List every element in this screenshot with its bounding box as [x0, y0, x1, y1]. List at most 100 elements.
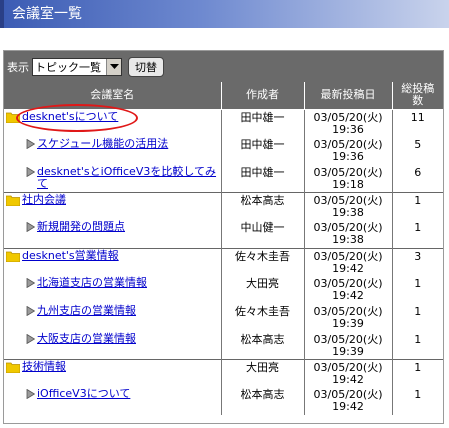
toolbar: 表示 トピック一覧 切替	[4, 51, 443, 82]
folder-icon	[6, 362, 20, 373]
latest-post-cell: 03/05/20(火) 19:42	[303, 359, 392, 387]
room-link[interactable]: 技術情報	[22, 361, 66, 373]
topic-row: 北海道支店の営業情報 大田亮 03/05/20(火) 19:42 1	[4, 275, 443, 304]
topic-row: desknet'sとiOfficeV3を比較してみて 田中雄一 03/05/20(火…	[4, 164, 443, 193]
name-cell: 技術情報	[4, 359, 221, 387]
topic-name-wrap: iOfficeV3について	[6, 388, 219, 400]
triangle-right-icon	[26, 166, 35, 177]
latest-post-cell: 03/05/20(火) 19:18	[303, 164, 392, 193]
room-link[interactable]: 社内会議	[22, 194, 66, 206]
author-cell: 松本高志	[220, 387, 304, 415]
triangle-right-icon	[26, 305, 35, 316]
author-cell: 佐々木圭吾	[220, 247, 304, 276]
display-label: 表示	[7, 60, 29, 74]
topic-link[interactable]: 大阪支店の営業情報	[37, 332, 136, 345]
view-select[interactable]: トピック一覧	[32, 57, 122, 76]
room-link[interactable]: desknet'sについて	[22, 110, 118, 123]
post-count-cell: 1	[391, 275, 443, 304]
post-count-cell: 1	[391, 331, 443, 360]
latest-post-cell: 03/05/20(火) 19:36	[303, 136, 392, 165]
topic-row: iOfficeV3について 松本高志 03/05/20(火) 19:42 1	[4, 387, 443, 415]
latest-post-cell: 03/05/20(火) 19:42	[303, 387, 392, 415]
header-total-posts: 総投稿数	[391, 82, 443, 110]
chevron-down-icon[interactable]	[106, 58, 121, 75]
room-row: 技術情報 大田亮 03/05/20(火) 19:42 1	[4, 359, 443, 387]
post-count-cell: 1	[391, 303, 443, 332]
folder-icon	[6, 251, 20, 262]
meeting-room-table: 会議室名 作成者 最新投稿日 総投稿数 desknet'sについて 田中雄一 03/…	[4, 82, 443, 415]
folder-icon	[6, 195, 20, 206]
topic-link[interactable]: 北海道支店の営業情報	[37, 276, 147, 289]
name-cell: 社内会議	[4, 192, 221, 220]
room-link[interactable]: desknet's営業情報	[22, 249, 119, 262]
topic-name-wrap: 新規開発の問題点	[6, 221, 219, 233]
room-name-wrap: 技術情報	[6, 361, 219, 373]
post-count-cell: 11	[391, 108, 443, 137]
post-count-cell: 1	[391, 359, 443, 387]
topic-name-wrap: 北海道支店の営業情報	[6, 276, 219, 289]
author-cell: 田中雄一	[220, 108, 304, 137]
topic-link[interactable]: desknet'sとiOfficeV3を比較してみて	[37, 165, 219, 190]
room-name-wrap: 社内会議	[6, 194, 219, 206]
triangle-right-icon	[26, 333, 35, 344]
triangle-right-icon	[26, 277, 35, 288]
post-count-cell: 5	[391, 136, 443, 165]
name-cell: 九州支店の営業情報	[4, 304, 221, 332]
topic-link[interactable]: スケジュール機能の活用法	[37, 137, 168, 150]
post-count-cell: 3	[391, 247, 443, 276]
author-cell: 松本高志	[220, 331, 304, 360]
name-cell: iOfficeV3について	[4, 387, 221, 415]
name-cell: 大阪支店の営業情報	[4, 332, 221, 360]
topic-link[interactable]: 九州支店の営業情報	[37, 304, 136, 317]
room-row: 社内会議 松本高志 03/05/20(火) 19:38 1	[4, 192, 443, 220]
topic-link[interactable]: iOfficeV3について	[37, 388, 130, 400]
latest-post-cell: 03/05/20(火) 19:38	[303, 192, 392, 220]
author-cell: 佐々木圭吾	[220, 303, 304, 332]
topic-name-wrap: スケジュール機能の活用法	[6, 137, 219, 150]
table-body: desknet'sについて 田中雄一 03/05/20(火) 19:36 11 スケジュ…	[4, 108, 443, 415]
name-cell: desknet's営業情報	[4, 247, 221, 276]
topic-name-wrap: 大阪支店の営業情報	[6, 332, 219, 345]
latest-post-cell: 03/05/20(火) 19:39	[303, 331, 392, 360]
author-cell: 中山健一	[220, 220, 304, 248]
triangle-right-icon	[26, 222, 35, 232]
view-select-value: トピック一覧	[35, 60, 101, 74]
name-cell: 新規開発の問題点	[4, 220, 221, 248]
latest-post-cell: 03/05/20(火) 19:42	[303, 275, 392, 304]
header-author: 作成者	[220, 82, 304, 110]
topic-row: 九州支店の営業情報 佐々木圭吾 03/05/20(火) 19:39 1	[4, 303, 443, 332]
latest-post-cell: 03/05/20(火) 19:42	[303, 247, 392, 276]
author-cell: 大田亮	[220, 359, 304, 387]
room-name-wrap: desknet's営業情報	[6, 249, 219, 262]
room-name-wrap: desknet'sについて	[6, 110, 219, 123]
post-count-cell: 1	[391, 192, 443, 220]
folder-icon	[6, 112, 20, 123]
author-cell: 田中雄一	[220, 136, 304, 165]
header-latest-post: 最新投稿日	[303, 82, 392, 110]
author-cell: 田中雄一	[220, 164, 304, 193]
name-cell: desknet'sとiOfficeV3を比較してみて	[4, 165, 221, 193]
triangle-right-icon	[26, 389, 35, 399]
page-title: 会議室一覧	[0, 0, 449, 28]
topic-name-wrap: desknet'sとiOfficeV3を比較してみて	[6, 165, 219, 190]
author-cell: 大田亮	[220, 275, 304, 304]
topic-name-wrap: 九州支店の営業情報	[6, 304, 219, 317]
topic-row: 新規開発の問題点 中山健一 03/05/20(火) 19:38 1	[4, 220, 443, 248]
post-count-cell: 6	[391, 164, 443, 193]
topic-link[interactable]: 新規開発の問題点	[37, 221, 125, 233]
room-row: desknet'sについて 田中雄一 03/05/20(火) 19:36 11	[4, 108, 443, 137]
triangle-right-icon	[26, 138, 35, 149]
topic-row: スケジュール機能の活用法 田中雄一 03/05/20(火) 19:36 5	[4, 136, 443, 165]
switch-button[interactable]: 切替	[128, 56, 164, 77]
room-row: desknet's営業情報 佐々木圭吾 03/05/20(火) 19:42 3	[4, 247, 443, 276]
name-cell: 北海道支店の営業情報	[4, 276, 221, 304]
meeting-room-panel: 表示 トピック一覧 切替 会議室名 作成者 最新投稿日 総投稿数 desknet…	[3, 50, 444, 424]
header-room-name: 会議室名	[4, 82, 221, 110]
table-header-row: 会議室名 作成者 最新投稿日 総投稿数	[4, 82, 443, 110]
latest-post-cell: 03/05/20(火) 19:36	[303, 108, 392, 137]
post-count-cell: 1	[391, 220, 443, 248]
author-cell: 松本高志	[220, 192, 304, 220]
latest-post-cell: 03/05/20(火) 19:39	[303, 303, 392, 332]
post-count-cell: 1	[391, 387, 443, 415]
name-cell: desknet'sについて	[4, 108, 221, 137]
